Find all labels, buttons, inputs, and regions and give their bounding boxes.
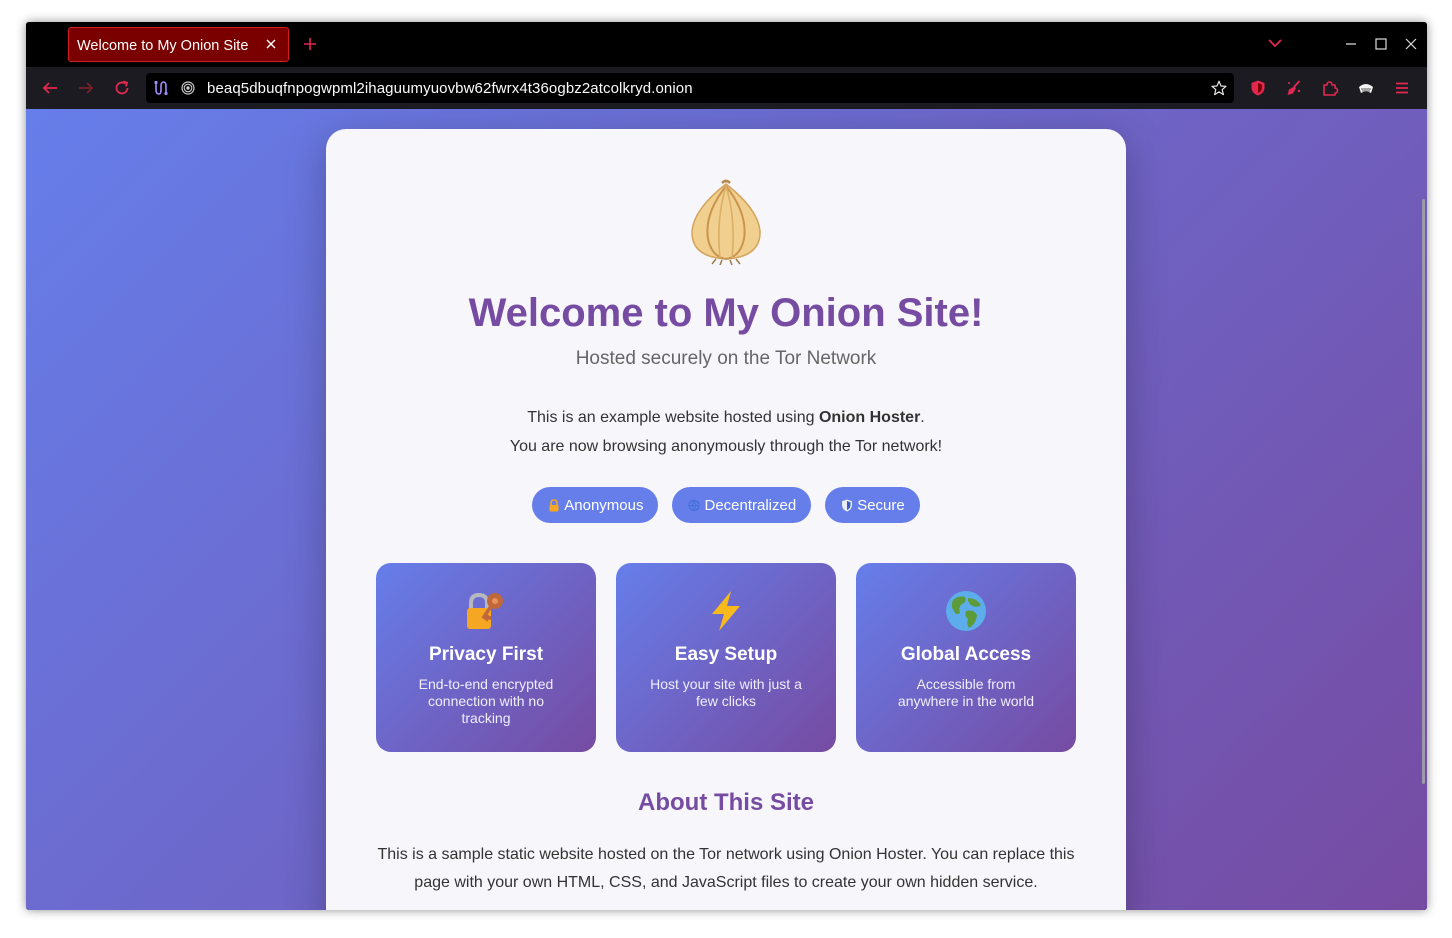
feature-card-privacy: Privacy First End-to-end encrypted conne…: [376, 563, 596, 752]
broom-icon[interactable]: [1285, 79, 1303, 97]
feature-desc: Accessible from anywhere in the world: [897, 676, 1035, 709]
feature-desc: End-to-end encrypted connection with no …: [418, 676, 554, 726]
badge-label: Decentralized: [704, 496, 797, 514]
feature-title: Easy Setup: [674, 644, 778, 665]
page-subtitle: Hosted securely on the Tor Network: [575, 348, 877, 369]
puzzle-icon[interactable]: [1321, 79, 1339, 97]
onion-logo-icon: [691, 179, 761, 265]
shield-icon[interactable]: [1249, 79, 1267, 97]
plus-icon[interactable]: [303, 37, 317, 51]
lock-icon: [549, 498, 559, 511]
navigation-toolbar: beaq5dbuqfnpogwpml2ihaguumyuovbw62fwrx4t…: [26, 67, 1427, 109]
intro-line-1: This is an example website hosted using …: [326, 403, 1126, 432]
tab-active[interactable]: Welcome to My Onion Site: [68, 27, 289, 62]
star-icon[interactable]: [1211, 80, 1227, 96]
close-icon[interactable]: [264, 37, 278, 51]
tor-circuit-icon[interactable]: [153, 80, 169, 96]
minimize-icon[interactable]: [1344, 37, 1358, 51]
intro-prefix: This is an example website hosted using: [527, 409, 819, 426]
content-card: Welcome to My Onion Site! Hosted securel…: [326, 129, 1126, 910]
globe-icon: [688, 499, 701, 511]
badge-label: Secure: [857, 496, 905, 514]
browser-window: Welcome to My Onion Site beaq5dbuqfnpogw…: [26, 22, 1427, 910]
badge-secure: Secure: [825, 487, 920, 523]
chevron-down-icon[interactable]: [1268, 38, 1282, 48]
feature-grid: Privacy First End-to-end encrypted conne…: [376, 563, 1076, 752]
feature-title: Privacy First: [428, 644, 544, 665]
page-viewport: Welcome to My Onion Site! Hosted securel…: [26, 109, 1427, 910]
badge-label: Anonymous: [564, 496, 644, 514]
maximize-icon[interactable]: [1374, 37, 1388, 51]
feature-title: Global Access: [900, 644, 1032, 665]
tab-strip: Welcome to My Onion Site: [26, 22, 1427, 67]
tab-title: Welcome to My Onion Site: [77, 38, 249, 54]
onion-icon[interactable]: [180, 80, 196, 96]
feature-card-setup: Easy Setup Host your site with just a fe…: [616, 563, 836, 752]
shield-icon: [842, 499, 853, 511]
intro-suffix: .: [920, 409, 925, 426]
intro-text: This is an example website hosted using …: [326, 403, 1126, 461]
badge-anonymous: Anonymous: [532, 487, 659, 523]
lightning-icon: [712, 591, 740, 631]
about-title: About This Site: [638, 789, 814, 816]
url-bar[interactable]: beaq5dbuqfnpogwpml2ihaguumyuovbw62fwrx4t…: [146, 73, 1234, 103]
feature-card-global: Global Access Accessible from anywhere i…: [856, 563, 1076, 752]
hamburger-icon[interactable]: [1393, 79, 1411, 97]
intro-line-2: You are now browsing anonymously through…: [509, 438, 943, 455]
url-text: beaq5dbuqfnpogwpml2ihaguumyuovbw62fwrx4t…: [207, 80, 693, 97]
badge-decentralized: Decentralized: [672, 487, 812, 523]
scrollbar[interactable]: [1422, 199, 1425, 784]
arrow-left-icon[interactable]: [41, 79, 59, 97]
page-title: Welcome to My Onion Site!: [468, 291, 984, 335]
about-text: This is a sample static website hosted o…: [377, 846, 1075, 891]
feature-desc: Host your site with just a few clicks: [650, 676, 802, 709]
window-close-icon[interactable]: [1404, 37, 1418, 51]
earth-icon: [946, 591, 986, 631]
lock-key-icon: [467, 592, 503, 629]
intro-bold: Onion Hoster: [818, 409, 921, 426]
reload-icon[interactable]: [113, 79, 131, 97]
arrow-right-icon[interactable]: [77, 79, 95, 97]
badge-row: Anonymous Decentralized Secure: [326, 487, 1126, 523]
shield-level-icon[interactable]: [1357, 79, 1375, 97]
